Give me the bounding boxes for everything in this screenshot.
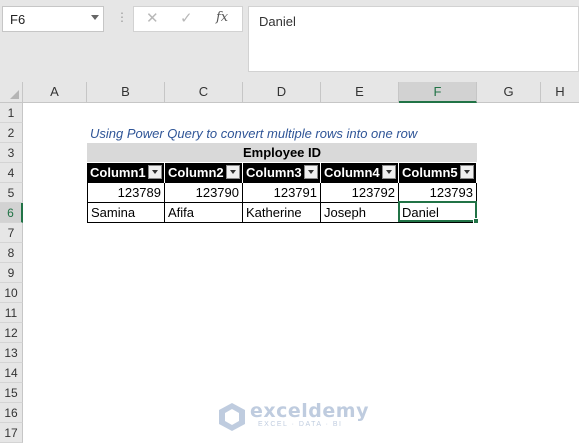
logo-mark-icon — [219, 403, 245, 431]
filter-dropdown-icon[interactable] — [460, 165, 474, 179]
table-cell-id[interactable]: 123789 — [87, 183, 165, 203]
enter-icon[interactable]: ✓ — [180, 9, 193, 27]
row-header-12[interactable]: 12 — [0, 323, 23, 343]
active-cell-selection — [398, 201, 477, 222]
formula-value: Daniel — [259, 14, 296, 29]
select-all-icon — [10, 90, 19, 99]
row-header-7[interactable]: 7 — [0, 223, 23, 243]
column-header-c[interactable]: C — [165, 82, 243, 103]
filter-dropdown-icon[interactable] — [382, 165, 396, 179]
fill-handle[interactable] — [473, 218, 479, 224]
row-header-16[interactable]: 16 — [0, 403, 23, 423]
row-header-9[interactable]: 9 — [0, 263, 23, 283]
row-header-6[interactable]: 6 — [0, 203, 23, 223]
employee-id-header[interactable]: Employee ID — [87, 143, 477, 163]
table-header-label: Column5 — [402, 165, 458, 180]
logo-name: exceldemy — [250, 400, 369, 422]
chevron-down-icon[interactable] — [91, 15, 99, 20]
table-header-column2[interactable]: Column2 — [165, 163, 243, 183]
table-cell-id[interactable]: 123793 — [399, 183, 477, 203]
row-header-17[interactable]: 17 — [0, 423, 23, 443]
column-header-d[interactable]: D — [243, 82, 321, 103]
table-cell-name[interactable]: Katherine — [243, 203, 321, 223]
more-options-icon[interactable]: ⋮ — [116, 10, 128, 24]
column-header-b[interactable]: B — [87, 82, 165, 103]
name-box[interactable]: F6 — [2, 6, 104, 32]
column-header-h[interactable]: H — [541, 82, 579, 103]
worksheet-grid[interactable]: A B C D E F G H 1 2 3 4 5 6 7 8 9 10 11 … — [0, 82, 579, 447]
table-cell-name[interactable]: Samina — [87, 203, 165, 223]
sheet-title[interactable]: Using Power Query to convert multiple ro… — [87, 124, 507, 144]
table-header-label: Column3 — [246, 165, 302, 180]
logo-tagline: EXCEL · DATA · BI — [258, 421, 343, 428]
table-header-column4[interactable]: Column4 — [321, 163, 399, 183]
row-header-2[interactable]: 2 — [0, 123, 23, 143]
row-header-15[interactable]: 15 — [0, 383, 23, 403]
table-header-column3[interactable]: Column3 — [243, 163, 321, 183]
cancel-icon[interactable]: ✕ — [146, 9, 159, 27]
column-header-a[interactable]: A — [23, 82, 87, 103]
row-header-1[interactable]: 1 — [0, 103, 23, 123]
row-header-5[interactable]: 5 — [0, 183, 23, 203]
table-header-label: Column2 — [168, 165, 224, 180]
table-cell-id[interactable]: 123790 — [165, 183, 243, 203]
row-header-8[interactable]: 8 — [0, 243, 23, 263]
column-header-g[interactable]: G — [477, 82, 541, 103]
row-header-14[interactable]: 14 — [0, 363, 23, 383]
name-box-value: F6 — [10, 12, 26, 27]
row-header-10[interactable]: 10 — [0, 283, 23, 303]
table-cell-name[interactable]: Afifa — [165, 203, 243, 223]
row-header-11[interactable]: 11 — [0, 303, 23, 323]
formula-bar-area: F6 ⋮ ✕ ✓ fx Daniel — [0, 0, 579, 82]
table-header-label: Column1 — [90, 165, 146, 180]
table-cell-id[interactable]: 123792 — [321, 183, 399, 203]
filter-dropdown-icon[interactable] — [304, 165, 318, 179]
table-header-column5[interactable]: Column5 — [399, 163, 477, 183]
exceldemy-logo: exceldemy EXCEL · DATA · BI — [218, 400, 368, 434]
row-header-3[interactable]: 3 — [0, 143, 23, 163]
filter-dropdown-icon[interactable] — [226, 165, 240, 179]
table-header-column1[interactable]: Column1 — [87, 163, 165, 183]
insert-function-icon[interactable]: fx — [216, 10, 228, 25]
formula-input[interactable]: Daniel — [248, 6, 579, 72]
column-header-e[interactable]: E — [321, 82, 399, 103]
row-header-4[interactable]: 4 — [0, 163, 23, 183]
formula-tools: ✕ ✓ fx — [133, 6, 243, 32]
table-header-label: Column4 — [324, 165, 380, 180]
table-cell-name[interactable]: Joseph — [321, 203, 399, 223]
column-header-f[interactable]: F — [399, 82, 477, 103]
filter-dropdown-icon[interactable] — [148, 165, 162, 179]
row-header-13[interactable]: 13 — [0, 343, 23, 363]
select-all-button[interactable] — [0, 82, 23, 103]
table-cell-id[interactable]: 123791 — [243, 183, 321, 203]
